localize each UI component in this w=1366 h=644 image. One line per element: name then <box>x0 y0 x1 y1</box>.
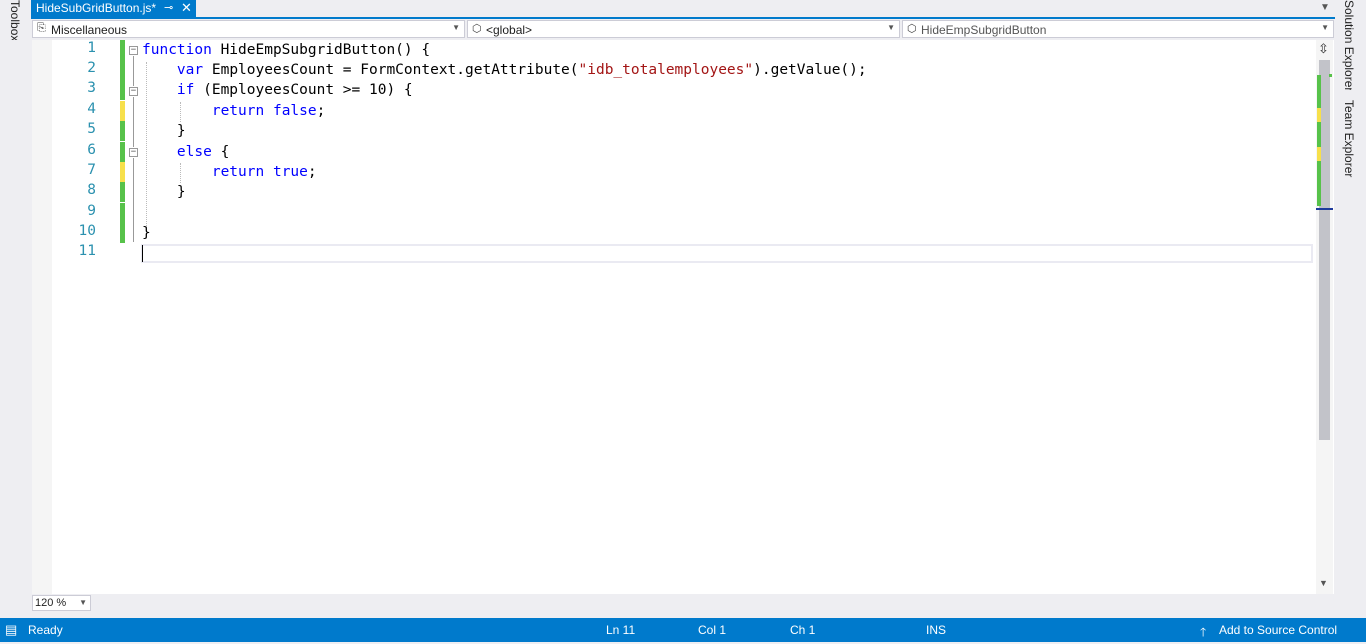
code-line[interactable]: if (EmployeesCount >= 10) { <box>142 80 413 100</box>
saved-change-marker <box>120 223 125 243</box>
unsaved-change-marker <box>120 162 125 182</box>
code-line[interactable]: } <box>142 182 186 202</box>
unsaved-change-marker <box>120 101 125 121</box>
solution-explorer-tab[interactable]: Solution Explorer <box>1342 0 1356 90</box>
line-number: 5 <box>87 121 96 137</box>
split-window-icon[interactable]: ⇳ <box>1318 41 1329 57</box>
right-tool-strip <box>1335 0 1366 618</box>
collapse-icon[interactable]: − <box>129 87 138 96</box>
member-dropdown-label: HideEmpSubgridButton <box>921 23 1047 37</box>
code-line[interactable]: function HideEmpSubgridButton() { <box>142 40 430 60</box>
collapse-icon[interactable]: − <box>129 148 138 157</box>
scroll-change-marker <box>1317 147 1321 161</box>
zoom-dropdown[interactable]: 120 % ▼ <box>32 595 91 611</box>
char-indicator: Ch 1 <box>790 623 816 637</box>
code-line[interactable]: } <box>142 121 186 141</box>
code-line[interactable]: return true; <box>142 162 317 182</box>
line-number: 6 <box>87 142 96 158</box>
project-dropdown-label: Miscellaneous <box>51 23 128 37</box>
saved-change-marker <box>120 60 125 80</box>
line-number: 11 <box>78 243 96 259</box>
line-number: 3 <box>87 80 96 96</box>
line-number: 9 <box>87 203 96 219</box>
saved-change-marker <box>120 142 125 162</box>
scroll-change-marker <box>1317 108 1321 122</box>
chevron-down-icon: ▼ <box>79 598 87 607</box>
member-dropdown[interactable]: ⬡ HideEmpSubgridButton ▼ <box>902 20 1334 38</box>
close-icon[interactable]: ✕ <box>181 0 192 16</box>
left-tool-strip: Toolbox <box>0 0 31 618</box>
scroll-change-marker <box>1329 74 1332 77</box>
caret-position-marker <box>1316 208 1333 210</box>
scope-dropdown-label: <global> <box>486 23 533 37</box>
team-explorer-tab[interactable]: Team Explorer <box>1342 100 1356 177</box>
line-number: 7 <box>87 162 96 178</box>
notifications-icon[interactable]: ▤ <box>5 622 17 638</box>
zoom-bar <box>32 594 1334 612</box>
saved-change-marker <box>120 203 125 223</box>
fold-guide <box>133 56 134 86</box>
line-number: 2 <box>87 60 96 76</box>
project-dropdown[interactable]: ⎘ Miscellaneous ▼ <box>32 20 465 38</box>
chevron-down-icon: ▼ <box>1321 23 1329 32</box>
code-editor[interactable] <box>32 40 1334 594</box>
insert-mode-indicator[interactable]: INS <box>926 623 946 637</box>
code-line[interactable]: else { <box>142 142 229 162</box>
arrow-up-icon: 🡑 <box>1200 625 1207 639</box>
text-caret <box>142 245 143 262</box>
scroll-change-marker <box>1317 122 1321 147</box>
fold-guide <box>133 158 134 242</box>
indicator-margin <box>32 40 52 594</box>
saved-change-marker <box>120 80 125 100</box>
pin-icon[interactable]: ⊸ <box>164 1 173 14</box>
fold-guide <box>133 97 134 147</box>
line-number: 10 <box>78 223 96 239</box>
line-number: 8 <box>87 182 96 198</box>
document-tab[interactable]: HideSubGridButton.js* ⊸ ✕ <box>31 0 196 17</box>
scroll-change-marker <box>1317 161 1321 206</box>
code-line[interactable]: var EmployeesCount = FormContext.getAttr… <box>142 60 867 80</box>
status-text: Ready <box>28 623 63 637</box>
line-number: 4 <box>87 101 96 117</box>
column-indicator: Col 1 <box>698 623 727 637</box>
project-icon: ⎘ <box>37 22 46 34</box>
cube-icon: ⬡ <box>907 23 917 35</box>
saved-change-marker <box>120 182 125 202</box>
add-to-source-control-button[interactable]: Add to Source Control <box>1219 623 1337 637</box>
chevron-down-icon: ▼ <box>452 23 460 32</box>
status-bar: ▤ Ready Ln 11 Col 1 Ch 1 INS 🡑 Add to So… <box>0 618 1366 642</box>
scroll-down-icon[interactable]: ▼ <box>1319 578 1328 588</box>
zoom-level: 120 % <box>35 597 67 609</box>
saved-change-marker <box>120 121 125 141</box>
code-line[interactable]: return false; <box>142 101 326 121</box>
collapse-icon[interactable]: − <box>129 46 138 55</box>
code-line[interactable]: } <box>142 223 151 243</box>
cube-icon: ⬡ <box>472 23 482 35</box>
tab-underline <box>31 17 1335 19</box>
toolbox-tab[interactable]: Toolbox <box>8 0 22 40</box>
current-line-highlight <box>141 244 1313 263</box>
line-indicator: Ln 11 <box>606 623 636 637</box>
saved-change-marker <box>120 40 125 60</box>
line-number: 1 <box>87 40 96 56</box>
chevron-down-icon: ▼ <box>887 23 895 32</box>
scope-dropdown[interactable]: ⬡ <global> ▼ <box>467 20 900 38</box>
chevron-down-icon[interactable]: ▼ <box>1320 2 1330 13</box>
document-tab-title: HideSubGridButton.js* <box>36 1 157 15</box>
